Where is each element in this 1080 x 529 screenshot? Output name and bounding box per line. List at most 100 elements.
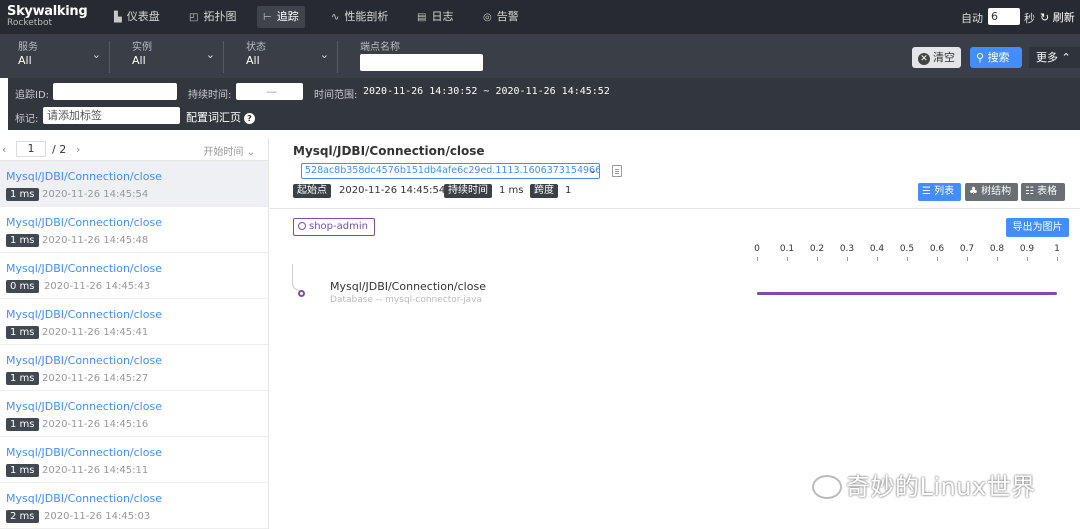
axis-tick-label: 0.4 — [869, 244, 885, 254]
nav-item-profile[interactable]: ∿ 性能剖析 — [325, 6, 394, 28]
chevron-left-icon[interactable]: ‹ — [2, 143, 6, 156]
axis-tick-label: 0.6 — [929, 244, 945, 254]
status-select[interactable]: 状态 All ⌄ — [246, 41, 338, 73]
trace-name: Mysql/JDBI/Connection/close — [6, 400, 162, 413]
trace-id-label: 追踪ID: — [15, 90, 50, 101]
axis-tick-mark — [757, 257, 758, 261]
table-view-button[interactable]: ☷ 表格 — [1021, 183, 1065, 201]
trace-time: 2020-11-26 14:45:54 — [42, 189, 149, 200]
trace-name: Mysql/JDBI/Connection/close — [6, 308, 162, 321]
trace-list-item[interactable]: Mysql/JDBI/Connection/close 1 ms 2020-11… — [0, 391, 268, 437]
nav-label: 拓扑图 — [203, 10, 237, 23]
nav-item-log[interactable]: ▤ 日志 — [411, 6, 459, 28]
trace-time: 2020-11-26 14:45:27 — [42, 373, 149, 384]
service-select[interactable]: 服务 All ⌄ — [18, 41, 110, 73]
search-button[interactable]: ⚲ 搜索 — [970, 47, 1022, 68]
config-vocab-link[interactable]: 配置词汇页? — [186, 109, 255, 125]
start-tag: 起始点 — [293, 184, 331, 198]
clear-button[interactable]: ✕ 清空 — [912, 47, 961, 68]
nav-item-trace[interactable]: ⊢ 追踪 — [257, 6, 305, 28]
watermark-text: 奇妙的Linux世界 — [846, 473, 1036, 501]
axis-tick-mark — [1027, 257, 1028, 261]
time-range-label: 时间范围: — [314, 90, 358, 101]
trace-time: 2020-11-26 14:45:16 — [42, 419, 149, 430]
span-count: 1 — [565, 185, 572, 196]
refresh-button[interactable]: ↻ 刷新 — [1040, 9, 1075, 25]
trace-detail-title: Mysql/JDBI/Connection/close — [293, 144, 485, 158]
instance-select[interactable]: 实例 All ⌄ — [132, 41, 224, 73]
nav-item-dashboard[interactable]: ▙ 仪表盘 — [108, 6, 166, 28]
span-tag: 跨度 — [530, 184, 558, 198]
axis-tick-mark — [817, 257, 818, 261]
help-icon[interactable]: ? — [244, 113, 255, 124]
trace-list-item[interactable]: Mysql/JDBI/Connection/close 1 ms 2020-11… — [0, 161, 268, 207]
circle-icon — [298, 222, 306, 230]
chevron-down-icon: ⌄ — [246, 147, 255, 158]
alarm-icon: ◎ — [483, 12, 492, 23]
trace-list-item[interactable]: Mysql/JDBI/Connection/close 1 ms 2020-11… — [0, 345, 268, 391]
duration-value: 1 ms — [499, 185, 524, 196]
profile-icon: ∿ — [331, 12, 340, 23]
refresh-interval-input[interactable]: 6 — [988, 8, 1020, 25]
span-node[interactable] — [298, 290, 305, 297]
brand-name: Skywalking — [7, 4, 88, 19]
trace-icon: ⊢ — [263, 12, 272, 23]
divider — [270, 208, 1080, 209]
page-input[interactable]: 1 — [16, 141, 46, 157]
duration-badge: 1 ms — [6, 326, 39, 339]
copy-icon[interactable] — [612, 165, 622, 177]
auto-refresh-label: 自动 — [961, 12, 983, 25]
more-button[interactable]: 更多 ⌃ — [1029, 47, 1080, 68]
trace-name: Mysql/JDBI/Connection/close — [6, 354, 162, 367]
trace-list-item[interactable]: Mysql/JDBI/Connection/close 1 ms 2020-11… — [0, 207, 268, 253]
trace-list-item[interactable]: Mysql/JDBI/Connection/close 1 ms 2020-11… — [0, 437, 268, 483]
sort-label: 开始时间 — [203, 147, 244, 158]
sort-select[interactable]: 开始时间 ⌄ — [203, 143, 255, 158]
span-duration-bar[interactable] — [757, 292, 1057, 295]
service-name: shop-admin — [309, 221, 368, 232]
chevron-down-icon: ⌄ — [91, 48, 101, 61]
nav-label: 告警 — [496, 10, 519, 23]
chevron-down-icon: ⌄ — [319, 48, 329, 61]
nav-label: 日志 — [431, 10, 454, 23]
tags-input[interactable]: 请添加标签 — [43, 107, 180, 124]
trace-time: 2020-11-26 14:45:43 — [44, 281, 151, 292]
trace-list-panel: ‹ 1 / 2 › 开始时间 ⌄ Mysql/JDBI/Connection/c… — [0, 138, 269, 529]
endpoint-input[interactable] — [360, 54, 483, 71]
time-range-value[interactable]: 2020-11-26 14:30:52 ~ 2020-11-26 14:45:5… — [363, 86, 610, 97]
trace-id-input[interactable] — [53, 83, 177, 100]
seconds-label: 秒 — [1024, 12, 1035, 25]
pagination: ‹ 1 / 2 › 开始时间 ⌄ — [0, 138, 268, 161]
start-value: 2020-11-26 14:45:54 — [339, 185, 446, 196]
tags-label: 标记: — [15, 114, 39, 125]
duration-input[interactable]: — — [236, 83, 303, 100]
axis-tick-mark — [937, 257, 938, 261]
nav-item-topology[interactable]: ◰ 拓扑图 — [183, 6, 242, 28]
top-nav: Skywalking Rocketbot ▙ 仪表盘 ◰ 拓扑图 ⊢ 追踪 ∿ 性能剖析… — [0, 0, 1080, 34]
tree-view-button[interactable]: ♣ 树结构 — [965, 183, 1018, 201]
chevron-right-icon[interactable]: › — [76, 143, 80, 156]
span-name[interactable]: Mysql/JDBI/Connection/close — [330, 280, 486, 293]
trace-time: 2020-11-26 14:45:11 — [42, 465, 149, 476]
wechat-icon — [812, 475, 842, 499]
duration-badge: 2 ms — [6, 510, 39, 523]
page-total: / 2 — [52, 143, 67, 156]
logo[interactable]: Skywalking Rocketbot — [7, 4, 88, 28]
trace-list-item[interactable]: Mysql/JDBI/Connection/close 0 ms 2020-11… — [0, 253, 268, 299]
config-vocab-label: 配置词汇页 — [186, 111, 241, 124]
trace-time: 2020-11-26 14:45:03 — [44, 511, 151, 522]
topology-icon: ◰ — [189, 12, 199, 23]
list-view-button[interactable]: ☰ 列表 — [918, 183, 961, 201]
axis-tick-label: 0.8 — [989, 244, 1005, 254]
service-legend: shop-admin — [293, 218, 375, 236]
export-image-button[interactable]: 导出为图片 — [1006, 218, 1069, 237]
trace-name: Mysql/JDBI/Connection/close — [6, 492, 162, 505]
span-component: Database -- mysql-connector-java — [330, 295, 483, 305]
axis-tick-label: 1 — [1054, 244, 1060, 254]
trace-list-item[interactable]: Mysql/JDBI/Connection/close 1 ms 2020-11… — [0, 299, 268, 345]
trace-id-select[interactable]: 528ac8b358dc4576b151db4afe6c29ed.1113.16… — [301, 163, 600, 179]
clear-label: 清空 — [933, 51, 955, 64]
table-icon: ☷ — [1025, 186, 1034, 197]
nav-item-alarm[interactable]: ◎ 告警 — [477, 6, 525, 28]
trace-list-item[interactable]: Mysql/JDBI/Connection/close 2 ms 2020-11… — [0, 483, 268, 529]
